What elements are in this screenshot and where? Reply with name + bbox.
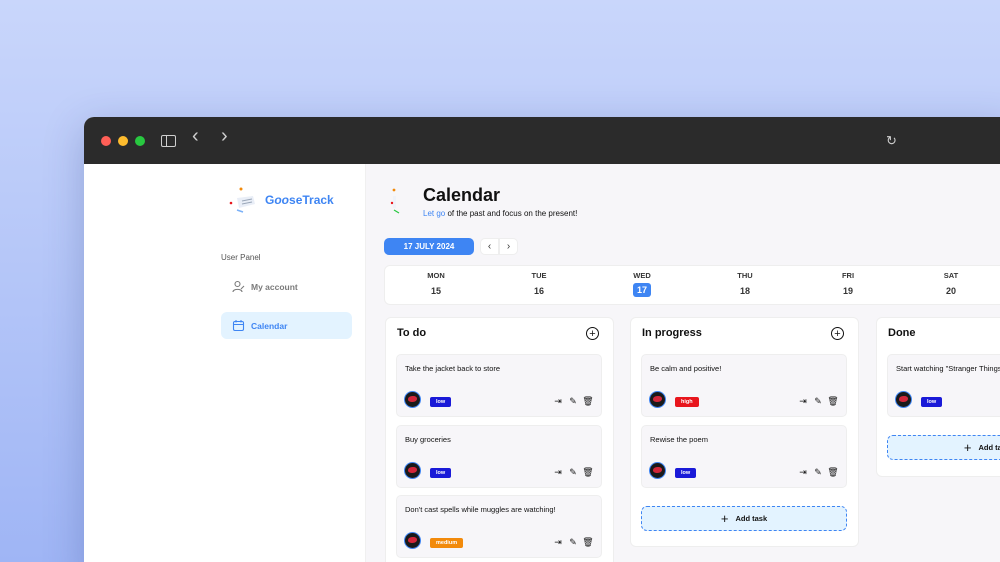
edit-icon[interactable]: ✎ [568,396,578,406]
column-in-progress: In progress + Be calm and positive! high… [630,317,859,547]
task-actions: ⇥ ✎ 🗑 [553,467,594,477]
task-text: Buy groceries [405,435,451,444]
page-title: Calendar [423,185,501,205]
avatar [649,462,666,479]
avatar [649,391,666,408]
avatar [404,532,421,549]
column-title: In progress [642,327,702,339]
priority-badge: medium [430,538,464,548]
task-text: Start watching "Stranger Things" [896,364,1000,373]
task-actions: ⇥ ✎ 🗑 [798,396,839,406]
move-icon[interactable]: ⇥ [798,396,808,406]
sidebar-item-label: My account [251,281,298,292]
task-card[interactable]: Be calm and positive! high ⇥ ✎ 🗑 [641,354,847,417]
column-done: Done Start watching "Stranger Things" lo… [876,317,1000,477]
add-task-button[interactable]: + Add task [641,506,847,531]
prev-week-button[interactable]: ‹ [480,238,499,255]
priority-badge: high [675,397,699,407]
trash-icon[interactable]: 🗑 [582,537,593,547]
day-fri[interactable]: FRI 19 [828,271,868,298]
sidebar-item-label: Calendar [251,320,288,331]
column-title: Done [888,327,916,339]
user-icon [231,280,245,294]
browser-titlebar: ‹ › ↻ [84,117,1000,164]
close-window-button[interactable] [101,136,111,146]
calendar-icon [231,319,245,333]
add-task-icon[interactable]: + [586,327,599,340]
task-text: Rewise the poem [650,435,708,444]
back-arrow-icon[interactable]: ‹ [192,126,199,146]
task-actions: ⇥ ✎ 🗑 [553,537,594,547]
avatar [404,391,421,408]
sidebar: GooseTrack User Panel My account Calenda… [84,164,366,562]
task-card[interactable]: Take the jacket back to store low ⇥ ✎ 🗑 [396,354,602,417]
task-actions: ⇥ ✎ 🗑 [553,396,594,406]
forward-arrow-icon[interactable]: › [221,126,228,146]
goose-header-icon [384,186,412,220]
day-sat[interactable]: SAT 20 [931,271,971,298]
avatar [404,462,421,479]
edit-icon[interactable]: ✎ [813,467,823,477]
edit-icon[interactable]: ✎ [568,467,578,477]
task-card[interactable]: Rewise the poem low ⇥ ✎ 🗑 [641,425,847,488]
sidebar-item-calendar[interactable]: Calendar [221,312,352,339]
move-icon[interactable]: ⇥ [553,467,563,477]
day-mon[interactable]: MON 15 [416,271,456,298]
sidebar-item-my-account[interactable]: My account [221,273,352,300]
minimize-window-button[interactable] [118,136,128,146]
priority-badge: low [921,397,943,407]
move-icon[interactable]: ⇥ [798,467,808,477]
task-text: Take the jacket back to store [405,364,501,373]
trash-icon[interactable]: 🗑 [827,396,838,406]
logo-text: GooseTrack [265,193,334,207]
priority-badge: low [430,397,452,407]
user-panel-label: User Panel [221,253,261,262]
avatar [895,391,912,408]
sidebar-toggle-icon[interactable] [161,135,176,147]
page-subtitle: Let go of the past and focus on the pres… [423,209,578,218]
priority-badge: low [675,468,697,478]
day-wed[interactable]: WED 17 [622,271,662,297]
task-actions: ⇥ ✎ 🗑 [798,467,839,477]
day-thu[interactable]: THU 18 [725,271,765,298]
week-strip: MON 15 TUE 16 WED 17 THU 18 FRI 19 SAT 20 [384,265,1000,305]
next-week-button[interactable]: › [499,238,518,255]
priority-badge: low [430,468,452,478]
task-card[interactable]: Start watching "Stranger Things" low [887,354,1000,417]
task-text: Be calm and positive! [650,364,722,373]
reload-icon[interactable]: ↻ [886,132,897,150]
move-icon[interactable]: ⇥ [553,537,563,547]
task-text: Don't cast spells while muggles are watc… [405,505,556,514]
task-card[interactable]: Don't cast spells while muggles are watc… [396,495,602,558]
day-tue[interactable]: TUE 16 [519,271,559,298]
add-task-button[interactable]: + Add task [887,435,1000,460]
goose-logo-icon [227,184,265,224]
task-card[interactable]: Buy groceries low ⇥ ✎ 🗑 [396,425,602,488]
edit-icon[interactable]: ✎ [813,396,823,406]
add-task-icon[interactable]: + [831,327,844,340]
edit-icon[interactable]: ✎ [568,537,578,547]
plus-icon: + [720,511,729,526]
column-title: To do [397,327,427,339]
browser-window: ‹ › ↻ GooseTrack User Panel My account C… [84,117,1000,562]
current-date-button[interactable]: 17 JULY 2024 [384,238,474,255]
trash-icon[interactable]: 🗑 [582,396,593,406]
plus-icon: + [963,440,972,455]
maximize-window-button[interactable] [135,136,145,146]
main-content: Calendar Let go of the past and focus on… [366,164,1000,562]
column-todo: To do + Take the jacket back to store lo… [385,317,614,562]
date-navigation: ‹ › [480,238,518,255]
trash-icon[interactable]: 🗑 [827,467,838,477]
trash-icon[interactable]: 🗑 [582,467,593,477]
move-icon[interactable]: ⇥ [553,396,563,406]
